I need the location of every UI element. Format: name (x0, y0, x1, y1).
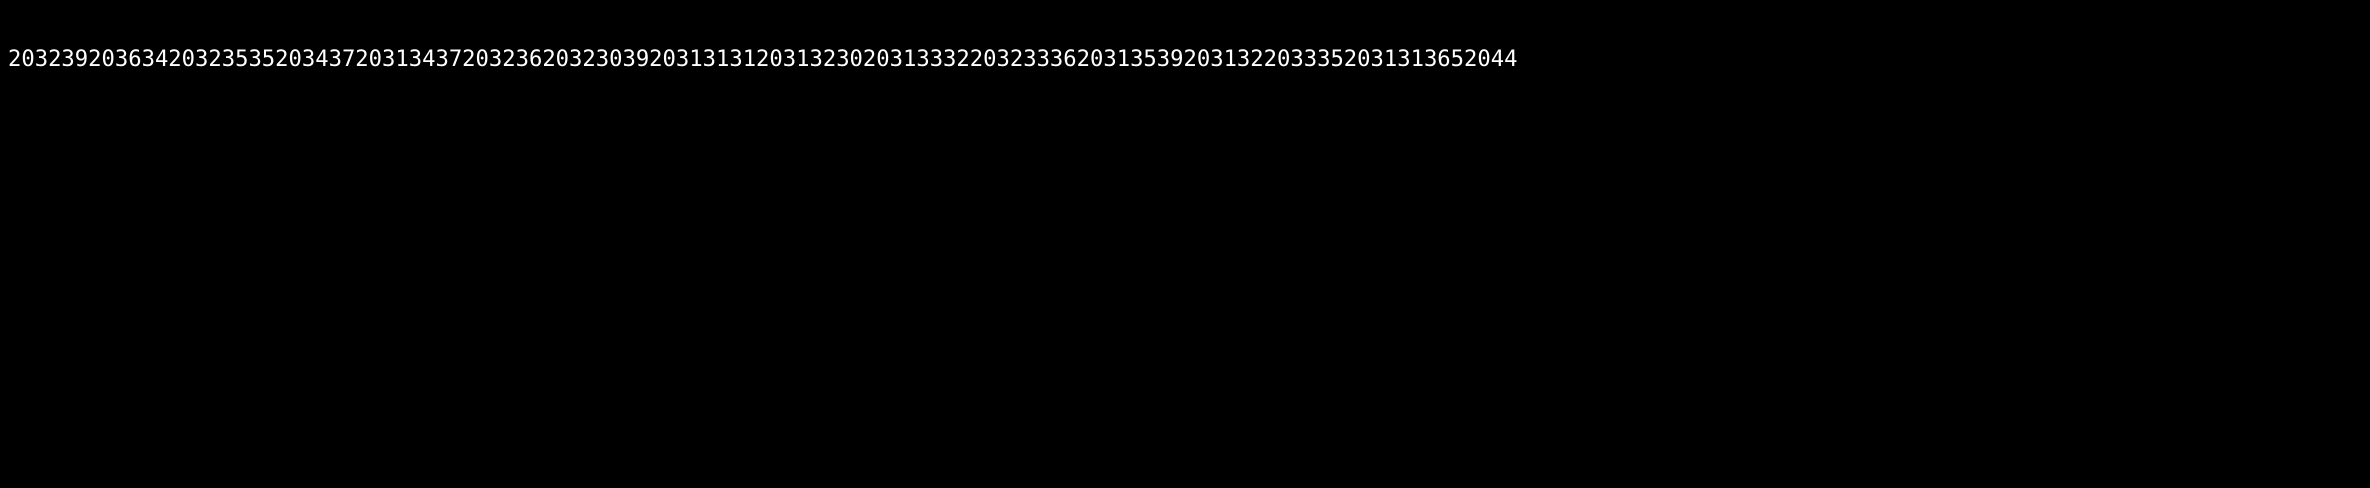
log-line: 2032392036342032353520343720313437203236… (8, 46, 2364, 73)
terminal-output: 2032392036342032353520343720313437203236… (8, 0, 2364, 101)
log-continuation: 2032392036342032353520343720313437203236… (8, 46, 1518, 73)
